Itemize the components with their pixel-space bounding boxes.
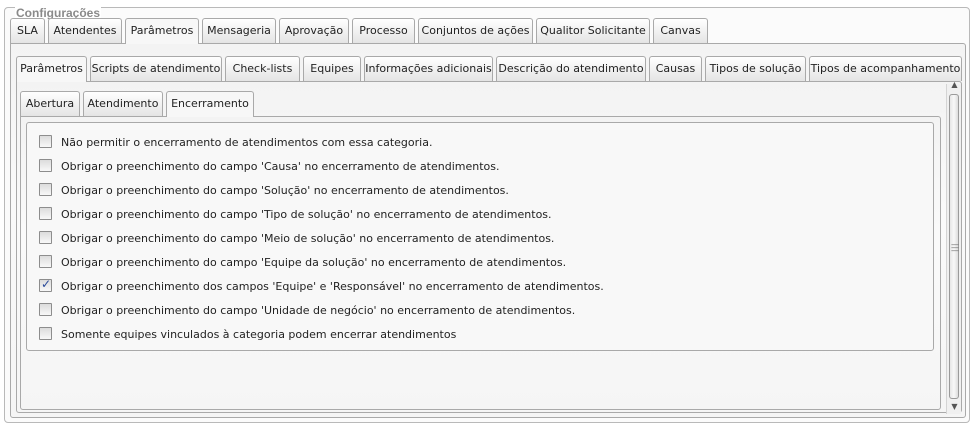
- main-tab-1[interactable]: Atendentes: [48, 18, 122, 43]
- sub-tab-0[interactable]: Parâmetros: [16, 56, 87, 82]
- option-label: Obrigar o preenchimento do campo 'Soluçã…: [61, 184, 509, 197]
- option-checkbox[interactable]: [39, 255, 52, 268]
- option-label: Obrigar o preenchimento do campo 'Meio d…: [61, 232, 555, 245]
- option-checkbox[interactable]: [39, 231, 52, 244]
- main-tab-8[interactable]: Canvas: [653, 18, 708, 43]
- sub-tab-bar: Parâmetros Scripts de atendimento Check-li…: [16, 56, 963, 82]
- sub-tab-1[interactable]: Scripts de atendimento: [90, 56, 222, 81]
- encerramento-tab-bar: Abertura Atendimento Encerramento: [20, 91, 260, 117]
- option-checkbox[interactable]: ✓: [39, 277, 52, 292]
- main-tab-7[interactable]: Qualitor Solicitante: [536, 18, 650, 43]
- option-checkbox[interactable]: [39, 183, 52, 196]
- main-tab-4[interactable]: Aprovação: [279, 18, 349, 43]
- sub-tab-6[interactable]: Causas: [649, 56, 702, 81]
- option-label: Obrigar o preenchimento do campo 'Tipo d…: [61, 208, 552, 221]
- grip-icon: — — —: [951, 240, 959, 255]
- option-label: Obrigar o preenchimento do campo 'Unidad…: [61, 304, 576, 317]
- option-checkbox[interactable]: [39, 159, 52, 172]
- scrollbar-thumb[interactable]: — — —: [949, 94, 959, 399]
- main-tab-3[interactable]: Mensageria: [202, 18, 276, 43]
- third-tab-1[interactable]: Atendimento: [83, 91, 163, 116]
- scroll-up-icon[interactable]: ▲: [947, 78, 962, 92]
- option-checkbox[interactable]: [39, 207, 52, 220]
- sub-tab-5[interactable]: Descrição do atendimento: [496, 56, 646, 81]
- sub-tab-7[interactable]: Tipos de solução: [705, 56, 806, 81]
- main-tab-bar: SLA Atendentes Parâmetros Mensageria Aprovaç…: [10, 18, 964, 44]
- third-tab-2[interactable]: Encerramento: [166, 91, 254, 117]
- scroll-down-icon[interactable]: ▼: [947, 400, 962, 414]
- sub-tab-4[interactable]: Informações adicionais: [364, 56, 493, 81]
- vertical-scrollbar[interactable]: ▲ — — — ▼: [946, 80, 962, 414]
- option-label: Obrigar o preenchimento do campo 'Causa'…: [61, 160, 500, 173]
- third-tab-0[interactable]: Abertura: [20, 91, 80, 116]
- option-label: Obrigar o preenchimento do campo 'Equipe…: [61, 256, 567, 269]
- sub-tab-2[interactable]: Check-lists: [225, 56, 300, 81]
- option-label: Obrigar o preenchimento dos campos 'Equi…: [61, 280, 604, 293]
- main-tab-0[interactable]: SLA: [10, 18, 45, 43]
- main-tab-5[interactable]: Processo: [352, 18, 415, 43]
- option-label: Somente equipes vinculados à categoria p…: [61, 328, 457, 341]
- option-label: Não permitir o encerramento de atendimen…: [61, 136, 433, 149]
- sub-tab-3[interactable]: Equipes: [303, 56, 361, 81]
- option-checkbox[interactable]: [39, 135, 52, 148]
- sub-tab-8[interactable]: Tipos de acompanhamento: [809, 56, 962, 81]
- main-tab-2[interactable]: Parâmetros: [125, 18, 199, 44]
- checkmark-icon: ✓: [41, 277, 52, 291]
- option-checkbox[interactable]: [39, 303, 52, 316]
- main-tab-6[interactable]: Conjuntos de ações: [418, 18, 533, 43]
- option-checkbox[interactable]: [39, 327, 52, 340]
